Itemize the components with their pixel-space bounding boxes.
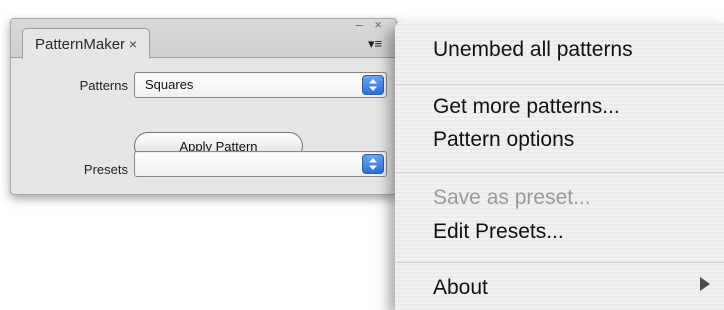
select-arrows-icon: [362, 154, 384, 174]
menu-separator: [395, 172, 724, 173]
menu-item-about[interactable]: About: [433, 276, 488, 300]
window-controls[interactable]: – ×: [356, 17, 386, 32]
presets-label: Presets: [83, 162, 128, 177]
submenu-arrow-icon: [700, 277, 710, 291]
tab-label: PatternMaker: [35, 35, 126, 53]
pattern-maker-panel: – × PatternMaker × ▾≡ Patterns Squares A…: [10, 17, 397, 195]
tab-close-icon[interactable]: ×: [129, 36, 137, 52]
panel-menu-icon[interactable]: ▾≡: [362, 34, 388, 54]
patterns-select[interactable]: Squares: [134, 72, 387, 98]
tab-patternmaker[interactable]: PatternMaker ×: [22, 28, 151, 59]
patterns-select-value: Squares: [145, 77, 194, 92]
menu-item-get-more-patterns[interactable]: Get more patterns...: [433, 95, 620, 119]
menu-item-pattern-options[interactable]: Pattern options: [433, 128, 574, 152]
presets-select[interactable]: [134, 151, 387, 177]
patterns-label: Patterns: [79, 78, 128, 93]
menu-item-save-as-preset: Save as preset...: [433, 186, 591, 209]
menu-separator: [395, 262, 724, 263]
menu-item-unembed-all-patterns[interactable]: Unembed all patterns: [433, 38, 633, 62]
panel-flyout-menu: Unembed all patterns Get more patterns..…: [395, 22, 724, 310]
screen: – × PatternMaker × ▾≡ Patterns Squares A…: [0, 0, 724, 310]
select-arrows-icon: [362, 75, 384, 95]
menu-item-edit-presets[interactable]: Edit Presets...: [433, 220, 564, 244]
menu-separator: [395, 84, 724, 85]
